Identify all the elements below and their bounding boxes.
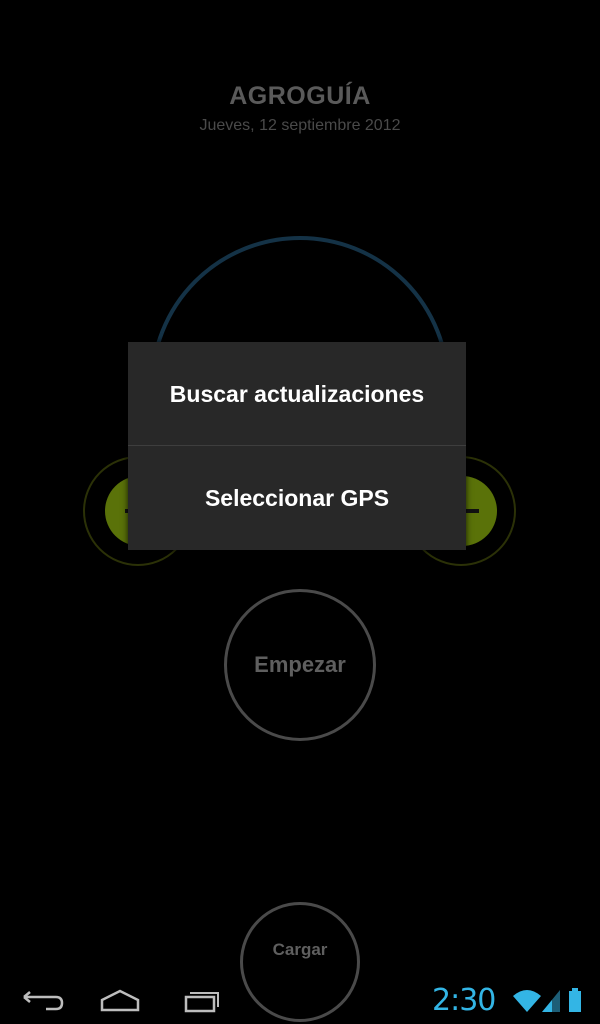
signal-icon [542, 990, 560, 1012]
start-button-label: Empezar [254, 652, 346, 677]
app-title: AGROGUÍA [229, 82, 371, 110]
menu-item-label: Seleccionar GPS [204, 484, 390, 511]
recent-apps-button[interactable] [170, 982, 230, 1018]
home-button[interactable] [90, 982, 150, 1018]
menu-item-label: Buscar actualizaciones [169, 380, 425, 407]
start-button[interactable]: Empezar [224, 589, 376, 741]
wifi-icon [513, 990, 541, 1012]
options-menu-dialog: Buscar actualizaciones Seleccionar GPS [128, 342, 466, 550]
date-label: Jueves, 12 septiembre 2012 [199, 117, 401, 134]
battery-icon [569, 988, 581, 1012]
menu-item-select-gps[interactable]: Seleccionar GPS [128, 446, 466, 550]
recent-apps-icon [184, 992, 219, 1013]
plus-icon [465, 509, 479, 513]
menu-item-check-updates[interactable]: Buscar actualizaciones [128, 342, 466, 446]
home-icon [100, 989, 140, 1012]
app-screen: AGROGUÍA Jueves, 12 septiembre 2012 Empe… [0, 0, 600, 1024]
load-button-label: Cargar [272, 940, 328, 959]
status-clock: 2:30 [432, 983, 496, 1018]
back-icon [23, 991, 64, 1011]
navigation-bar [0, 976, 600, 1024]
back-button[interactable] [10, 982, 70, 1018]
